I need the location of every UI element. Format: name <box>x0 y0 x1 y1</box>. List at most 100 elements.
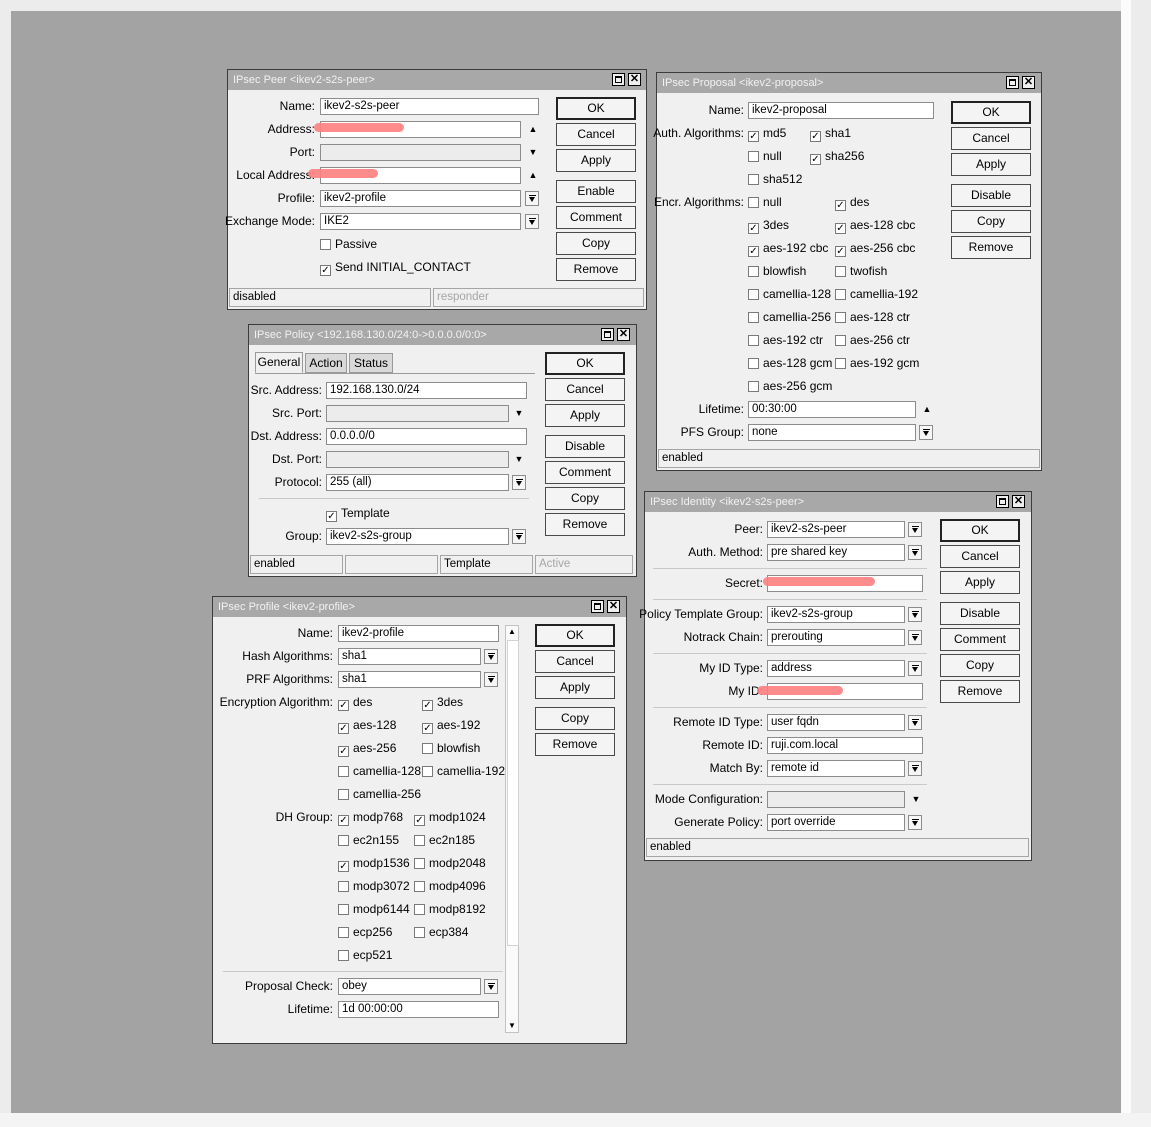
algorithm-checkbox[interactable]: camellia-256 <box>338 786 421 803</box>
ok-button[interactable]: OK <box>556 97 636 120</box>
dst-port-field[interactable] <box>326 451 509 468</box>
checkbox-icon[interactable] <box>835 312 846 323</box>
maximize-icon[interactable] <box>996 495 1009 508</box>
apply-button[interactable]: Apply <box>535 676 615 699</box>
checkbox-icon[interactable] <box>748 266 759 277</box>
algorithm-checkbox[interactable]: ec2n185 <box>414 832 475 849</box>
checkmark-icon[interactable]: ✓ <box>338 746 349 757</box>
remove-button[interactable]: Remove <box>535 733 615 756</box>
expand-arrow-icon[interactable]: ▼ <box>910 793 922 805</box>
vertical-scrollbar[interactable]: ▲ ▼ <box>505 625 519 1033</box>
comment-button[interactable]: Comment <box>545 461 625 484</box>
algorithm-checkbox[interactable]: ✓ sha1 <box>810 125 851 142</box>
checkmark-icon[interactable]: ✓ <box>414 815 425 826</box>
algorithm-checkbox[interactable]: ✓ aes-128 <box>338 717 396 734</box>
disable-button[interactable]: Disable <box>545 435 625 458</box>
prf-algorithms-select[interactable]: sha1 <box>338 671 481 688</box>
checkmark-icon[interactable]: ✓ <box>748 246 759 257</box>
checkbox-icon[interactable] <box>748 197 759 208</box>
checkbox-icon[interactable] <box>748 335 759 346</box>
comment-button[interactable]: Comment <box>556 206 636 229</box>
remote-id-field[interactable]: ruji.com.local <box>767 737 923 754</box>
dropdown-icon[interactable] <box>484 979 498 994</box>
algorithm-checkbox[interactable]: aes-128 gcm <box>748 355 832 372</box>
dropdown-icon[interactable] <box>525 191 539 206</box>
checkbox-icon[interactable] <box>338 789 349 800</box>
algorithm-checkbox[interactable]: ✓ sha256 <box>810 148 864 165</box>
checkbox-icon[interactable] <box>414 835 425 846</box>
window-title[interactable]: IPsec Policy <192.168.130.0/24:0->0.0.0.… <box>249 325 636 345</box>
checkmark-icon[interactable]: ✓ <box>326 511 337 522</box>
name-field[interactable]: ikev2-s2s-peer <box>320 98 539 115</box>
checkbox-icon[interactable] <box>748 151 759 162</box>
policy-template-group-select[interactable]: ikev2-s2s-group <box>767 606 905 623</box>
algorithm-checkbox[interactable]: ecp256 <box>338 924 392 941</box>
tab-general[interactable]: General <box>255 352 303 373</box>
checkmark-icon[interactable]: ✓ <box>338 861 349 872</box>
algorithm-checkbox[interactable]: ✓ aes-192 cbc <box>748 240 828 257</box>
scroll-thumb[interactable] <box>507 640 519 946</box>
algorithm-checkbox[interactable]: aes-128 ctr <box>835 309 910 326</box>
remove-button[interactable]: Remove <box>951 236 1031 259</box>
algorithm-checkbox[interactable]: ✓ aes-192 <box>422 717 480 734</box>
send-initial-contact-checkbox[interactable]: ✓ Send INITIAL_CONTACT <box>320 259 471 276</box>
algorithm-checkbox[interactable]: modp2048 <box>414 855 486 872</box>
ok-button[interactable]: OK <box>940 519 1020 542</box>
algorithm-checkbox[interactable]: sha512 <box>748 171 802 188</box>
copy-button[interactable]: Copy <box>951 210 1031 233</box>
dropdown-icon[interactable] <box>525 214 539 229</box>
apply-button[interactable]: Apply <box>545 404 625 427</box>
ok-button[interactable]: OK <box>545 352 625 375</box>
lifetime-field[interactable]: 00:30:00 <box>748 401 916 418</box>
algorithm-checkbox[interactable]: camellia-256 <box>748 309 831 326</box>
algorithm-checkbox[interactable]: aes-256 ctr <box>835 332 910 349</box>
algorithm-checkbox[interactable]: modp3072 <box>338 878 410 895</box>
checkbox-icon[interactable] <box>414 904 425 915</box>
algorithm-checkbox[interactable]: ecp521 <box>338 947 392 964</box>
algorithm-checkbox[interactable]: ✓ des <box>338 694 372 711</box>
maximize-icon[interactable] <box>612 73 625 86</box>
tab-status[interactable]: Status <box>349 353 393 373</box>
apply-button[interactable]: Apply <box>951 153 1031 176</box>
checkbox-icon[interactable] <box>338 835 349 846</box>
cancel-button[interactable]: Cancel <box>535 650 615 673</box>
apply-button[interactable]: Apply <box>556 149 636 172</box>
src-address-field[interactable]: 192.168.130.0/24 <box>326 382 527 399</box>
algorithm-checkbox[interactable]: twofish <box>835 263 887 280</box>
checkbox-icon[interactable] <box>338 927 349 938</box>
algorithm-checkbox[interactable]: modp6144 <box>338 901 410 918</box>
dropdown-icon[interactable] <box>908 715 922 730</box>
cancel-button[interactable]: Cancel <box>940 545 1020 568</box>
algorithm-checkbox[interactable]: camellia-192 <box>835 286 918 303</box>
dropdown-icon[interactable] <box>484 649 498 664</box>
algorithm-checkbox[interactable]: ✓ modp1024 <box>414 809 486 826</box>
copy-button[interactable]: Copy <box>545 487 625 510</box>
checkbox-icon[interactable] <box>414 881 425 892</box>
group-select[interactable]: ikev2-s2s-group <box>326 528 509 545</box>
generate-policy-select[interactable]: port override <box>767 814 905 831</box>
checkbox-icon[interactable] <box>338 950 349 961</box>
dropdown-icon[interactable] <box>484 672 498 687</box>
collapse-arrow-icon[interactable]: ▲ <box>527 123 539 135</box>
checkbox-icon[interactable] <box>338 904 349 915</box>
algorithm-checkbox[interactable]: camellia-128 <box>748 286 831 303</box>
checkbox-icon[interactable] <box>748 174 759 185</box>
disable-button[interactable]: Disable <box>951 184 1031 207</box>
remote-id-type-select[interactable]: user fqdn <box>767 714 905 731</box>
passive-checkbox[interactable]: Passive <box>320 236 377 253</box>
checkbox-icon[interactable] <box>414 858 425 869</box>
protocol-select[interactable]: 255 (all) <box>326 474 509 491</box>
checkbox-icon[interactable] <box>338 881 349 892</box>
peer-select[interactable]: ikev2-s2s-peer <box>767 521 905 538</box>
algorithm-checkbox[interactable]: blowfish <box>422 740 480 757</box>
algorithm-checkbox[interactable]: modp8192 <box>414 901 486 918</box>
cancel-button[interactable]: Cancel <box>951 127 1031 150</box>
name-field[interactable]: ikev2-profile <box>338 625 499 642</box>
algorithm-checkbox[interactable]: blowfish <box>748 263 806 280</box>
checkmark-icon[interactable]: ✓ <box>748 131 759 142</box>
close-icon[interactable]: ✕ <box>617 328 630 341</box>
hash-algorithms-select[interactable]: sha1 <box>338 648 481 665</box>
checkmark-icon[interactable]: ✓ <box>835 246 846 257</box>
template-checkbox[interactable]: ✓ Template <box>326 505 390 522</box>
remove-button[interactable]: Remove <box>940 680 1020 703</box>
